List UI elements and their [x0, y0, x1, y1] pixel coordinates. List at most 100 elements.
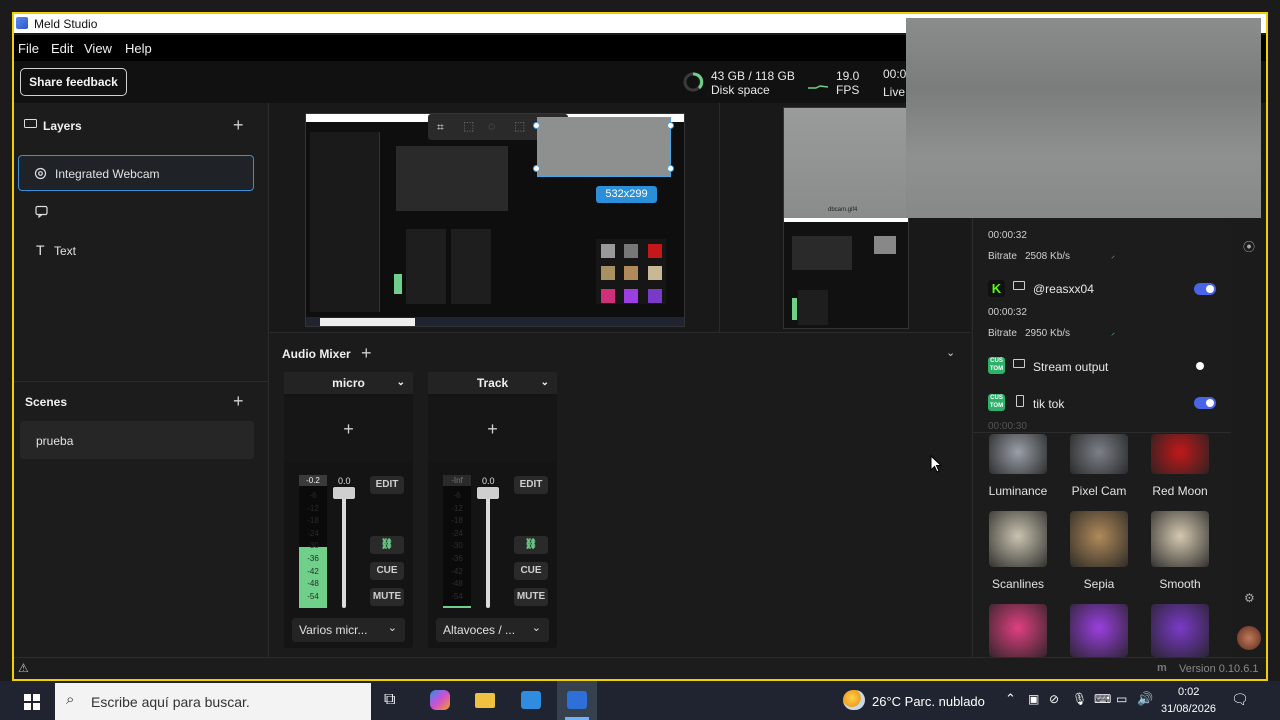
store-icon[interactable]	[521, 691, 541, 709]
mute-button[interactable]: MUTE	[370, 588, 404, 606]
effect-label: Scanlines	[991, 577, 1045, 591]
language-icon[interactable]: ⌨	[1094, 692, 1111, 706]
microphone-icon[interactable]: 🎙	[1072, 692, 1087, 706]
add-filter-button[interactable]: +	[284, 396, 413, 462]
avatar[interactable]	[1237, 626, 1261, 650]
custom-logo-icon: CUS TOM	[988, 394, 1005, 411]
notification-icon[interactable]: 🗨	[1231, 691, 1249, 708]
network-icon[interactable]: ▭	[1116, 692, 1127, 706]
crop-icon[interactable]: ⌗	[437, 120, 444, 135]
resize-handle[interactable]	[667, 122, 674, 129]
add-scene-button[interactable]: +	[233, 392, 244, 410]
meter-scale-tick: -36	[451, 553, 463, 563]
link-icon[interactable]: ⛓	[514, 536, 548, 554]
device-label: Altavoces / ...	[443, 623, 516, 637]
volume-fader-knob[interactable]	[477, 487, 499, 499]
layer-item-chat[interactable]	[18, 194, 254, 230]
layer-item-webcam[interactable]: Integrated Webcam	[18, 155, 254, 191]
meter-scale-tick: -12	[451, 503, 463, 513]
input-device-select[interactable]: Varios micr... ⌄	[292, 618, 405, 642]
track-header[interactable]: micro ⌄	[284, 372, 413, 394]
broadcast-icon[interactable]: ⦿	[1243, 238, 1255, 255]
effect-thumbnail[interactable]	[1151, 511, 1209, 567]
weather-icon[interactable]	[843, 690, 865, 710]
level-meter: -6 -12 -18 -24 -30 -36 -42 -48 -54	[443, 486, 471, 608]
effect-thumbnail[interactable]	[1070, 434, 1128, 474]
edit-button[interactable]: EDIT	[370, 476, 404, 494]
add-filter-button[interactable]: +	[428, 396, 557, 462]
add-layer-button[interactable]: +	[233, 116, 244, 134]
file-explorer-icon[interactable]	[475, 693, 495, 708]
clock-time[interactable]: 0:02	[1178, 686, 1199, 698]
bitrate-value: 2950 Kb/s	[1025, 328, 1071, 339]
effect-thumbnail[interactable]	[1151, 604, 1209, 657]
rounded-select-icon[interactable]: ⬚	[514, 119, 525, 133]
meter-scale-tick: -48	[307, 579, 319, 589]
live-nested-meter	[792, 298, 797, 320]
menu-view[interactable]: View	[84, 41, 112, 56]
select-icon[interactable]: ⬚	[463, 119, 474, 133]
webcam-feed-overlay	[906, 18, 1261, 218]
collapse-mixer-chevron-icon[interactable]: ⌄	[946, 346, 955, 359]
menu-help[interactable]: Help	[125, 41, 152, 56]
bitrate-value: 2508 Kb/s	[1025, 251, 1071, 262]
effect-thumbnail[interactable]	[989, 604, 1047, 657]
cue-button[interactable]: CUE	[514, 562, 548, 580]
copilot-icon[interactable]	[430, 690, 450, 710]
meter-scale-tick: -54	[307, 591, 319, 601]
edit-button[interactable]: EDIT	[514, 476, 548, 494]
stream-toggle[interactable]	[1194, 283, 1216, 295]
chevron-down-icon[interactable]: ⌄	[397, 372, 405, 394]
bitrate-sparkline-icon: ⸝	[1111, 251, 1115, 260]
effect-thumbnail[interactable]	[989, 511, 1047, 567]
volume-icon[interactable]: 🔊	[1137, 691, 1153, 707]
live-webcam-feed	[784, 108, 908, 218]
menu-edit[interactable]: Edit	[51, 41, 73, 56]
effect-thumbnail[interactable]	[1070, 511, 1128, 567]
studio-preview[interactable]: ⌗ ⬚ ◌ ⬚ ↺ 532x299	[305, 113, 685, 327]
share-feedback-button[interactable]: Share feedback	[20, 68, 127, 96]
resize-handle[interactable]	[667, 165, 674, 172]
stream-time: 00:00:30	[988, 421, 1027, 432]
scene-item[interactable]: prueba	[20, 421, 254, 459]
windows-start-icon[interactable]	[24, 694, 40, 710]
volume-fader-track[interactable]	[342, 492, 346, 608]
meld-taskbar-button[interactable]	[557, 681, 597, 720]
mute-button[interactable]: MUTE	[514, 588, 548, 606]
text-icon: T	[36, 242, 45, 258]
task-view-icon[interactable]: ⧉	[384, 691, 395, 709]
link-icon[interactable]: ⛓	[370, 536, 404, 554]
stream-toggle[interactable]	[1194, 397, 1216, 409]
effect-thumbnail[interactable]	[989, 434, 1047, 474]
menu-file[interactable]: File	[18, 41, 39, 56]
chevron-up-icon[interactable]: ⌃	[1005, 691, 1016, 707]
volume-fader-knob[interactable]	[333, 487, 355, 499]
track-header[interactable]: Track ⌄	[428, 372, 557, 394]
layer-item-text[interactable]: T Text	[18, 233, 254, 269]
weather-text[interactable]: 26°C Parc. nublado	[872, 694, 985, 709]
volume-fader-track[interactable]	[486, 492, 490, 608]
warning-icon[interactable]: ⚠	[18, 661, 29, 675]
resize-handle[interactable]	[533, 165, 540, 172]
circle-select-icon[interactable]: ◌	[488, 119, 495, 133]
live-separator	[784, 218, 908, 222]
add-audio-track-button[interactable]: +	[361, 344, 372, 362]
layers-icon	[24, 119, 37, 128]
stream-toggle[interactable]	[1194, 360, 1216, 372]
clock-date[interactable]: 31/08/2026	[1161, 703, 1216, 715]
meter-scale: -6 -12 -18 -24 -30 -36 -42 -48 -54	[443, 490, 471, 604]
meter-scale-tick: -48	[451, 579, 463, 589]
taskbar-search-input[interactable]: ⌕ Escribe aquí para buscar.	[55, 683, 371, 720]
chevron-down-icon[interactable]: ⌄	[541, 372, 549, 394]
output-device-select[interactable]: Altavoces / ... ⌄	[436, 618, 549, 642]
effect-thumbnail[interactable]	[1070, 604, 1128, 657]
mute-tray-icon[interactable]: ⊘	[1049, 692, 1059, 706]
gear-icon[interactable]: ⚙	[1244, 591, 1255, 605]
volume-readout: 0.0	[482, 476, 495, 486]
resize-handle[interactable]	[533, 122, 540, 129]
effect-thumbnail[interactable]	[1151, 434, 1209, 474]
nested-effect	[648, 244, 662, 258]
selected-webcam-source[interactable]	[537, 117, 671, 177]
tray-app-icon[interactable]: ▣	[1028, 692, 1039, 706]
cue-button[interactable]: CUE	[370, 562, 404, 580]
